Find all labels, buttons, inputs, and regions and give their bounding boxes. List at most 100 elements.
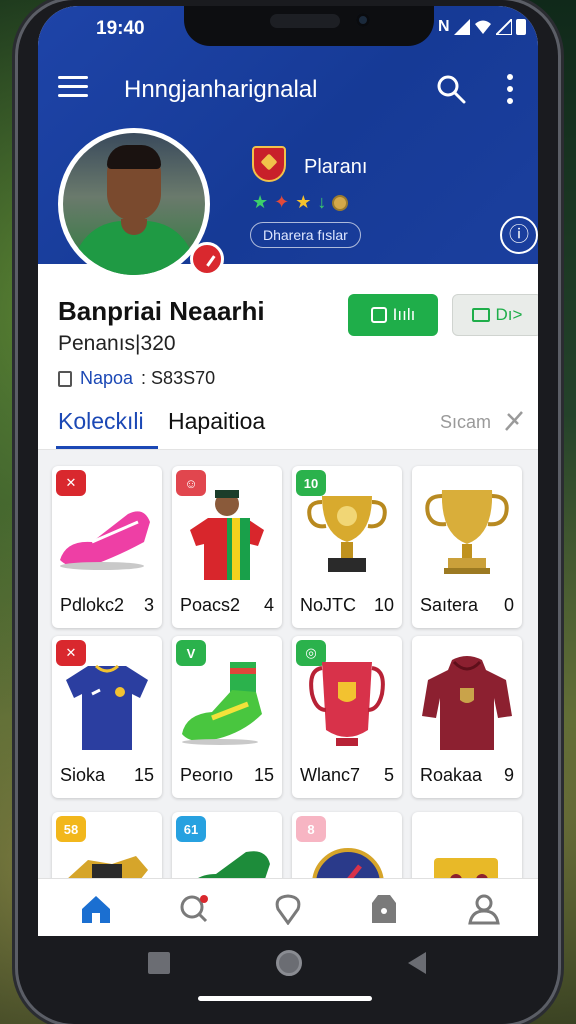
item-name: NoJTC bbox=[300, 595, 357, 615]
star-icon: ★ bbox=[252, 192, 269, 212]
back-icon[interactable] bbox=[406, 950, 428, 976]
club-crest-icon bbox=[252, 146, 286, 182]
collection-card[interactable]: ✕ Sioka 15 bbox=[52, 636, 162, 798]
collection-card[interactable]: 10 NoJTC 10 bbox=[292, 466, 402, 628]
menu-icon[interactable] bbox=[58, 76, 88, 100]
collection-card[interactable]: 58 bbox=[52, 812, 162, 880]
item-count: 10 bbox=[373, 595, 394, 615]
star-icon: ★ bbox=[295, 192, 312, 212]
card-label: Roakaa 9 bbox=[420, 765, 514, 786]
signal-strength-icon bbox=[495, 19, 512, 35]
home-button-icon[interactable] bbox=[276, 950, 302, 976]
cup-red-icon bbox=[309, 662, 385, 746]
coin-icon bbox=[332, 194, 349, 211]
info-icon[interactable]: ⓘ bbox=[500, 216, 538, 254]
item-name: Wlanc7 bbox=[300, 765, 361, 785]
camera-notch bbox=[184, 6, 434, 46]
more-options-icon[interactable] bbox=[504, 74, 516, 104]
item-name: Saıtera bbox=[420, 595, 479, 615]
jersey-blue-icon bbox=[66, 664, 148, 750]
app-title: Hnngjanharignalal bbox=[124, 76, 318, 103]
collection-card[interactable]: Saıtera 0 bbox=[412, 466, 522, 628]
collection-card[interactable]: ✕ Pdlokc2 3 bbox=[52, 466, 162, 628]
status-icons: N bbox=[438, 18, 526, 36]
phone-frame: 19:40 N Hnngjanharignalal Plaranı ★ ✦ ★ bbox=[18, 0, 558, 1024]
battery-icon bbox=[515, 19, 526, 35]
signal-icon bbox=[453, 19, 470, 35]
boot-pink-icon bbox=[60, 511, 150, 570]
notifications-search-icon[interactable] bbox=[174, 893, 214, 925]
bottom-navigation bbox=[38, 878, 538, 936]
sort-link[interactable]: Sıcam bbox=[440, 412, 491, 433]
player-name: Banpriai Neaarhi bbox=[58, 296, 265, 326]
location-icon[interactable] bbox=[268, 893, 308, 925]
item-name: Sioka bbox=[60, 765, 106, 785]
collection-card[interactable] bbox=[412, 812, 522, 880]
collection-grid: ✕ Pdlokc2 3 ☺ Poacs2 4 10 NoJTC 10 Saıte… bbox=[38, 450, 538, 880]
system-navigation bbox=[38, 936, 538, 1024]
recents-icon[interactable] bbox=[148, 952, 170, 974]
boot-green-icon bbox=[182, 662, 262, 745]
item-name: Poacs2 bbox=[180, 595, 241, 615]
rating-stars: ★ ✦ ★ ↓ bbox=[252, 192, 349, 213]
status-time: 19:40 bbox=[96, 18, 145, 39]
card-label: Poacs2 4 bbox=[180, 595, 274, 616]
card-gold-icon bbox=[434, 858, 498, 880]
app-screen: 19:40 N Hnngjanharignalal Plaranı ★ ✦ ★ bbox=[38, 6, 538, 936]
home-indicator[interactable] bbox=[198, 996, 372, 1001]
search-icon[interactable] bbox=[436, 74, 466, 104]
card-label: Peorıo 15 bbox=[180, 765, 274, 786]
sort-icon[interactable] bbox=[504, 410, 524, 432]
item-name: Peorıo bbox=[180, 765, 234, 785]
star-icon: ✦ bbox=[274, 192, 290, 212]
item-count: 3 bbox=[143, 595, 154, 615]
card-label: Pdlokc2 3 bbox=[60, 595, 154, 616]
collection-card[interactable]: V Peorıo 15 bbox=[172, 636, 282, 798]
tab-secondary[interactable]: Hapaitioa bbox=[168, 408, 265, 435]
collection-card[interactable]: 8 bbox=[292, 812, 402, 880]
trophy-chain-icon bbox=[66, 856, 148, 880]
trophy-ornate-icon bbox=[307, 496, 387, 572]
message-button-label: Dı> bbox=[495, 305, 523, 324]
avatar[interactable] bbox=[58, 128, 224, 280]
item-count: 0 bbox=[503, 595, 514, 615]
primary-action-button[interactable]: Iıılı bbox=[348, 294, 438, 336]
item-count: 9 bbox=[503, 765, 514, 785]
collection-card[interactable]: ☺ Poacs2 4 bbox=[172, 466, 282, 628]
trophy-gold-icon bbox=[425, 490, 509, 574]
card-label: Wlanc7 5 bbox=[300, 765, 394, 786]
arrow-down-icon: ↓ bbox=[317, 192, 327, 212]
player-role: Plaranı bbox=[304, 156, 368, 178]
primary-action-label: Iıılı bbox=[392, 305, 416, 324]
card-label: Sioka 15 bbox=[60, 765, 154, 786]
verified-badge-icon bbox=[190, 242, 224, 276]
player-points: Napoa : S83S70 bbox=[58, 368, 215, 389]
home-icon[interactable] bbox=[76, 893, 116, 925]
item-count: 15 bbox=[133, 765, 154, 785]
chat-icon bbox=[471, 308, 490, 322]
points-icon bbox=[58, 370, 72, 387]
bag-icon[interactable] bbox=[364, 893, 404, 925]
wifi-icon bbox=[474, 20, 491, 34]
profile-icon[interactable] bbox=[464, 893, 504, 925]
boot-dark-green-icon bbox=[195, 851, 270, 880]
item-count: 15 bbox=[253, 765, 274, 785]
item-count: 4 bbox=[263, 595, 274, 615]
tab-collection[interactable]: Koleckıli bbox=[58, 408, 144, 435]
id-card-icon bbox=[370, 307, 387, 323]
profile-chip[interactable]: Dharera fıslar bbox=[250, 222, 361, 248]
item-name: Roakaa bbox=[420, 765, 483, 785]
player-id: Penanıs|320 bbox=[58, 332, 176, 355]
collection-card[interactable]: 61 bbox=[172, 812, 282, 880]
points-label: Napoa bbox=[80, 368, 134, 388]
hoodie-maroon-icon bbox=[422, 656, 512, 750]
collection-card[interactable]: ◎ Wlanc7 5 bbox=[292, 636, 402, 798]
player-jersey-icon bbox=[190, 490, 264, 580]
card-label: Saıtera 0 bbox=[420, 595, 514, 616]
card-label: NoJTC 10 bbox=[300, 595, 394, 616]
collection-card[interactable]: Roakaa 9 bbox=[412, 636, 522, 798]
points-value: : S83S70 bbox=[141, 368, 216, 388]
item-count: 5 bbox=[383, 765, 394, 785]
network-indicator: N bbox=[438, 18, 450, 35]
message-button[interactable]: Dı> bbox=[452, 294, 538, 336]
